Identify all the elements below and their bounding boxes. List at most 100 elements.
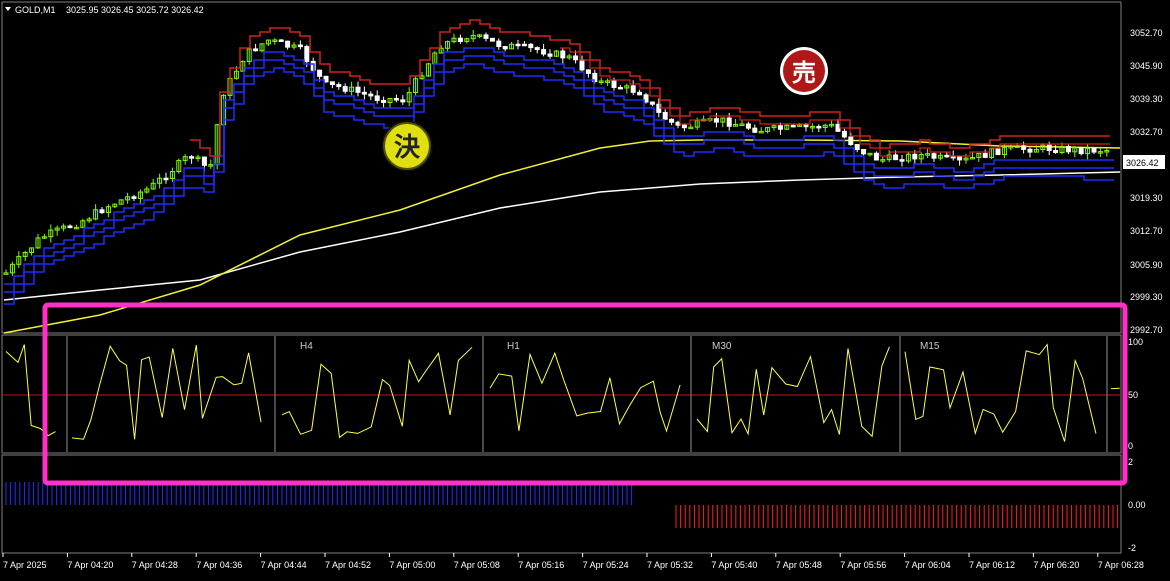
exit-signal-text: 決 (394, 132, 421, 162)
candle-body (714, 119, 718, 122)
candle-body (68, 226, 72, 228)
candle-body (100, 210, 104, 213)
candle-body (298, 45, 302, 47)
ma-white-line (4, 172, 1120, 300)
candle-body (682, 125, 686, 128)
candle-body (996, 149, 1000, 155)
dropdown-triangle-icon[interactable] (5, 7, 11, 11)
candle-body (855, 145, 859, 150)
candle-body (663, 112, 667, 119)
candle-body (958, 157, 962, 160)
sell-signal-text: 売 (792, 60, 816, 87)
channel-lower-blue (4, 64, 1114, 304)
time-label: 7 Apr 04:44 (261, 560, 307, 570)
candle-body (574, 56, 578, 60)
candle-body (202, 157, 206, 165)
candle-body (401, 100, 405, 102)
time-label: 7 Apr 05:32 (647, 560, 693, 570)
ohlc-readout: 3025.95 3026.45 3025.72 3026.42 (66, 5, 204, 15)
stochastic-line (490, 353, 680, 431)
candle-body (1079, 148, 1083, 154)
candle-body (490, 38, 494, 41)
stoch-level-50: 50 (1128, 390, 1138, 400)
hist-level-bottom: -2 (1128, 543, 1136, 553)
candle-body (618, 87, 622, 89)
candle-body (631, 86, 635, 92)
current-price-label: 3026.42 (1126, 158, 1159, 168)
time-label: 7 Apr 06:12 (969, 560, 1015, 570)
time-axis[interactable]: 7 Apr 2025 7 Apr 04:20 7 Apr 04:28 7 Apr 04… (3, 553, 1144, 570)
candle-body (497, 41, 501, 46)
candle-body (356, 87, 360, 92)
candle-body (612, 81, 616, 88)
sell-signal-badge[interactable]: 売 (780, 47, 828, 95)
candle-body (586, 70, 590, 73)
candle-body (727, 118, 731, 126)
stochastic-line (282, 347, 472, 437)
candle-body (804, 125, 808, 127)
candle-body (190, 157, 194, 159)
time-label: 7 Apr 06:28 (1098, 560, 1144, 570)
stoch-level-0: 0 (1128, 441, 1133, 451)
candle-body (951, 156, 955, 158)
price-label: 3005.90 (1130, 260, 1163, 270)
candle-body (458, 38, 462, 41)
candle-body (529, 44, 533, 47)
timeframe-label-m30: M30 (712, 341, 732, 352)
price-label: 3032.70 (1130, 127, 1163, 137)
price-label: 3012.70 (1130, 226, 1163, 236)
time-label: 7 Apr 06:04 (905, 560, 951, 570)
exit-signal-badge[interactable]: 決 (382, 121, 432, 171)
time-label: 7 Apr 05:08 (454, 560, 500, 570)
candle-body (318, 70, 322, 76)
candle-body (791, 125, 795, 127)
candle-body (746, 124, 750, 128)
signal-histogram (6, 482, 1118, 528)
candle-body (1047, 145, 1051, 150)
time-label: 7 Apr 04:28 (132, 560, 178, 570)
symbol-label: GOLD,M1 (15, 5, 56, 15)
candle-body (279, 40, 283, 42)
stochastic-lines (6, 345, 1120, 442)
candlesticks (4, 30, 1109, 276)
timeframe-label-m15: M15 (920, 341, 940, 352)
candle-body (983, 153, 987, 157)
candle-body (254, 49, 258, 51)
time-label: 7 Apr 05:56 (840, 560, 886, 570)
candle-body (638, 92, 642, 94)
candle-body (337, 85, 341, 87)
price-axis[interactable]: 3052.70 3045.90 3039.30 3032.70 3019.30 … (1123, 28, 1165, 335)
timeframe-label-h4: H4 (300, 341, 313, 352)
candle-body (1066, 147, 1070, 152)
candle-body (778, 126, 782, 129)
chart-window[interactable]: GOLD,M1 3025.95 3026.45 3025.72 3026.42 … (0, 0, 1170, 576)
candle-body (362, 92, 366, 94)
candle-body (330, 82, 334, 85)
candle-body (1028, 149, 1032, 152)
stochastic-line (905, 345, 1096, 442)
candle-body (394, 99, 398, 101)
time-label: 7 Apr 05:40 (711, 560, 757, 570)
candle-body (862, 149, 866, 153)
time-label: 7 Apr 05:24 (583, 560, 629, 570)
time-label: 7 Apr 06:20 (1033, 560, 1079, 570)
candle-body (305, 47, 309, 62)
chart-canvas[interactable]: GOLD,M1 3025.95 3026.45 3025.72 3026.42 … (0, 0, 1170, 576)
candle-body (945, 155, 949, 157)
candle-body (561, 51, 565, 58)
hist-level-top: 2 (1128, 457, 1133, 467)
candle-body (375, 96, 379, 101)
stochastic-panel[interactable] (2, 335, 1121, 453)
candle-body (580, 60, 584, 70)
time-label: 7 Apr 05:48 (776, 560, 822, 570)
candle-body (548, 54, 552, 56)
time-label: 7 Apr 05:00 (389, 560, 435, 570)
candle-body (900, 160, 904, 162)
candle-body (132, 197, 136, 199)
histogram-panel[interactable] (2, 455, 1121, 553)
time-label: 7 Apr 2025 (3, 560, 47, 570)
price-channel-lines (4, 20, 1114, 304)
time-label: 7 Apr 04:20 (67, 560, 113, 570)
timeframe-dividers (67, 336, 1107, 452)
candle-body (522, 44, 526, 46)
